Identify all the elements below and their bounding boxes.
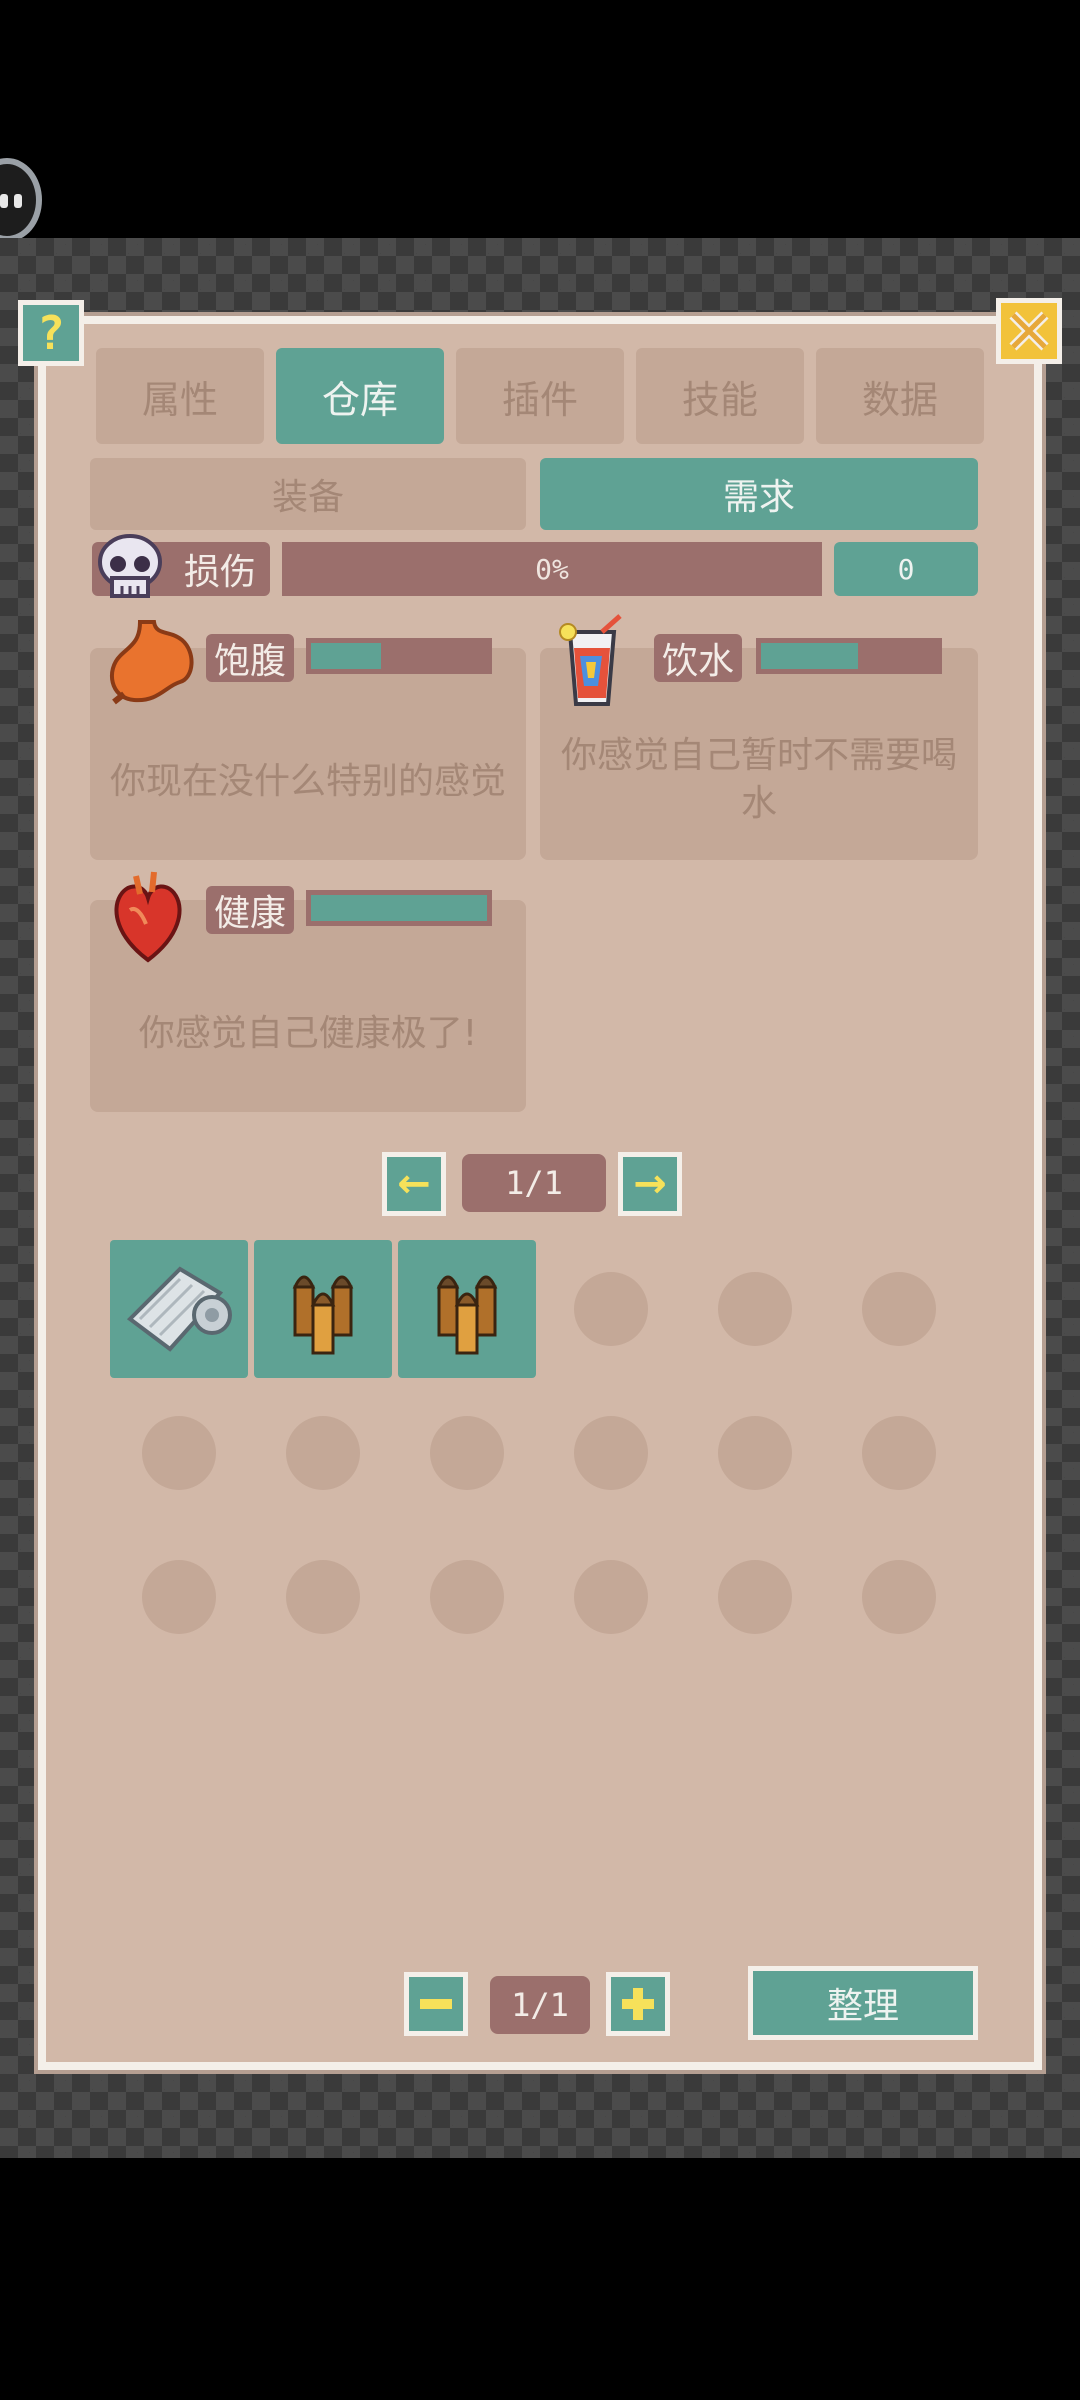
inventory-slot-empty[interactable] (862, 1272, 936, 1346)
tab-skills[interactable]: 技能 (636, 348, 804, 444)
inventory-slot-empty[interactable] (718, 1416, 792, 1490)
increase-page-button[interactable] (606, 1972, 670, 2036)
hunger-meter (306, 638, 492, 674)
inventory-slot-bullets[interactable] (254, 1240, 392, 1378)
inventory-slot-empty[interactable] (718, 1272, 792, 1346)
tab-attributes[interactable]: 属性 (96, 348, 264, 444)
inventory-slot-empty[interactable] (574, 1416, 648, 1490)
arrow-left-icon: ← (397, 1161, 431, 1207)
inventory-slot-empty[interactable] (430, 1416, 504, 1490)
inventory-slot-empty[interactable] (574, 1560, 648, 1634)
inventory-slot-empty[interactable] (430, 1560, 504, 1634)
skull-icon (92, 530, 168, 606)
tab-data[interactable]: 数据 (816, 348, 984, 444)
inventory-slot-empty[interactable] (862, 1416, 936, 1490)
page-indicator: 1/1 (462, 1154, 606, 1212)
storage-page-indicator: 1/1 (490, 1976, 590, 2034)
bubble-eye-icon (14, 194, 22, 208)
sort-button[interactable]: 整理 (748, 1966, 978, 2040)
subtab-needs[interactable]: 需求 (540, 458, 978, 530)
inventory-slot-empty[interactable] (142, 1416, 216, 1490)
inventory-slot-empty[interactable] (142, 1560, 216, 1634)
damage-progress-bar: 0% (282, 542, 822, 596)
bubble-eye-icon (0, 194, 8, 208)
inventory-slot-empty[interactable] (862, 1560, 936, 1634)
thirst-meter (756, 638, 942, 674)
bullets-icon (292, 1275, 354, 1355)
need-description: 你现在没什么特别的感觉 (109, 761, 506, 802)
decrease-page-button[interactable] (404, 1972, 468, 2036)
tab-storage[interactable]: 仓库 (276, 348, 444, 444)
close-button[interactable] (996, 298, 1062, 364)
inventory-slot-bullets[interactable] (398, 1240, 536, 1378)
help-button[interactable]: ? (18, 300, 84, 366)
health-meter (306, 890, 492, 926)
tab-plugins[interactable]: 插件 (456, 348, 624, 444)
subtab-equipment[interactable]: 装备 (90, 458, 526, 530)
inventory-slot-empty[interactable] (286, 1560, 360, 1634)
need-description: 你感觉自己暂时不需要喝水 (560, 735, 957, 824)
floating-assistant-bubble[interactable] (0, 158, 42, 242)
need-label: 饱腹 (206, 634, 294, 682)
inventory-slot-empty[interactable] (574, 1272, 648, 1346)
next-page-button[interactable]: → (618, 1152, 682, 1216)
drink-icon (556, 612, 636, 712)
hunger-meter-fill (311, 643, 382, 669)
minus-icon (420, 1999, 452, 2009)
bullets-icon (436, 1275, 498, 1355)
close-icon (1009, 311, 1049, 351)
stomach-icon (100, 612, 200, 712)
need-label: 健康 (206, 886, 294, 934)
arrow-right-icon: → (633, 1161, 667, 1207)
health-meter-fill (311, 895, 487, 921)
damage-value: 0 (834, 542, 978, 596)
inventory-slot-empty[interactable] (286, 1416, 360, 1490)
inventory-slot-bandage[interactable] (110, 1240, 248, 1378)
bottom-blank-area (0, 2158, 1080, 2400)
inventory-slot-empty[interactable] (718, 1560, 792, 1634)
bandage-roll-icon (126, 1266, 232, 1352)
thirst-meter-fill (761, 643, 858, 669)
prev-page-button[interactable]: ← (382, 1152, 446, 1216)
need-description: 你感觉自己健康极了! (138, 1013, 478, 1054)
need-label: 饮水 (654, 634, 742, 682)
heart-icon (106, 866, 190, 966)
plus-icon (622, 1988, 654, 2020)
